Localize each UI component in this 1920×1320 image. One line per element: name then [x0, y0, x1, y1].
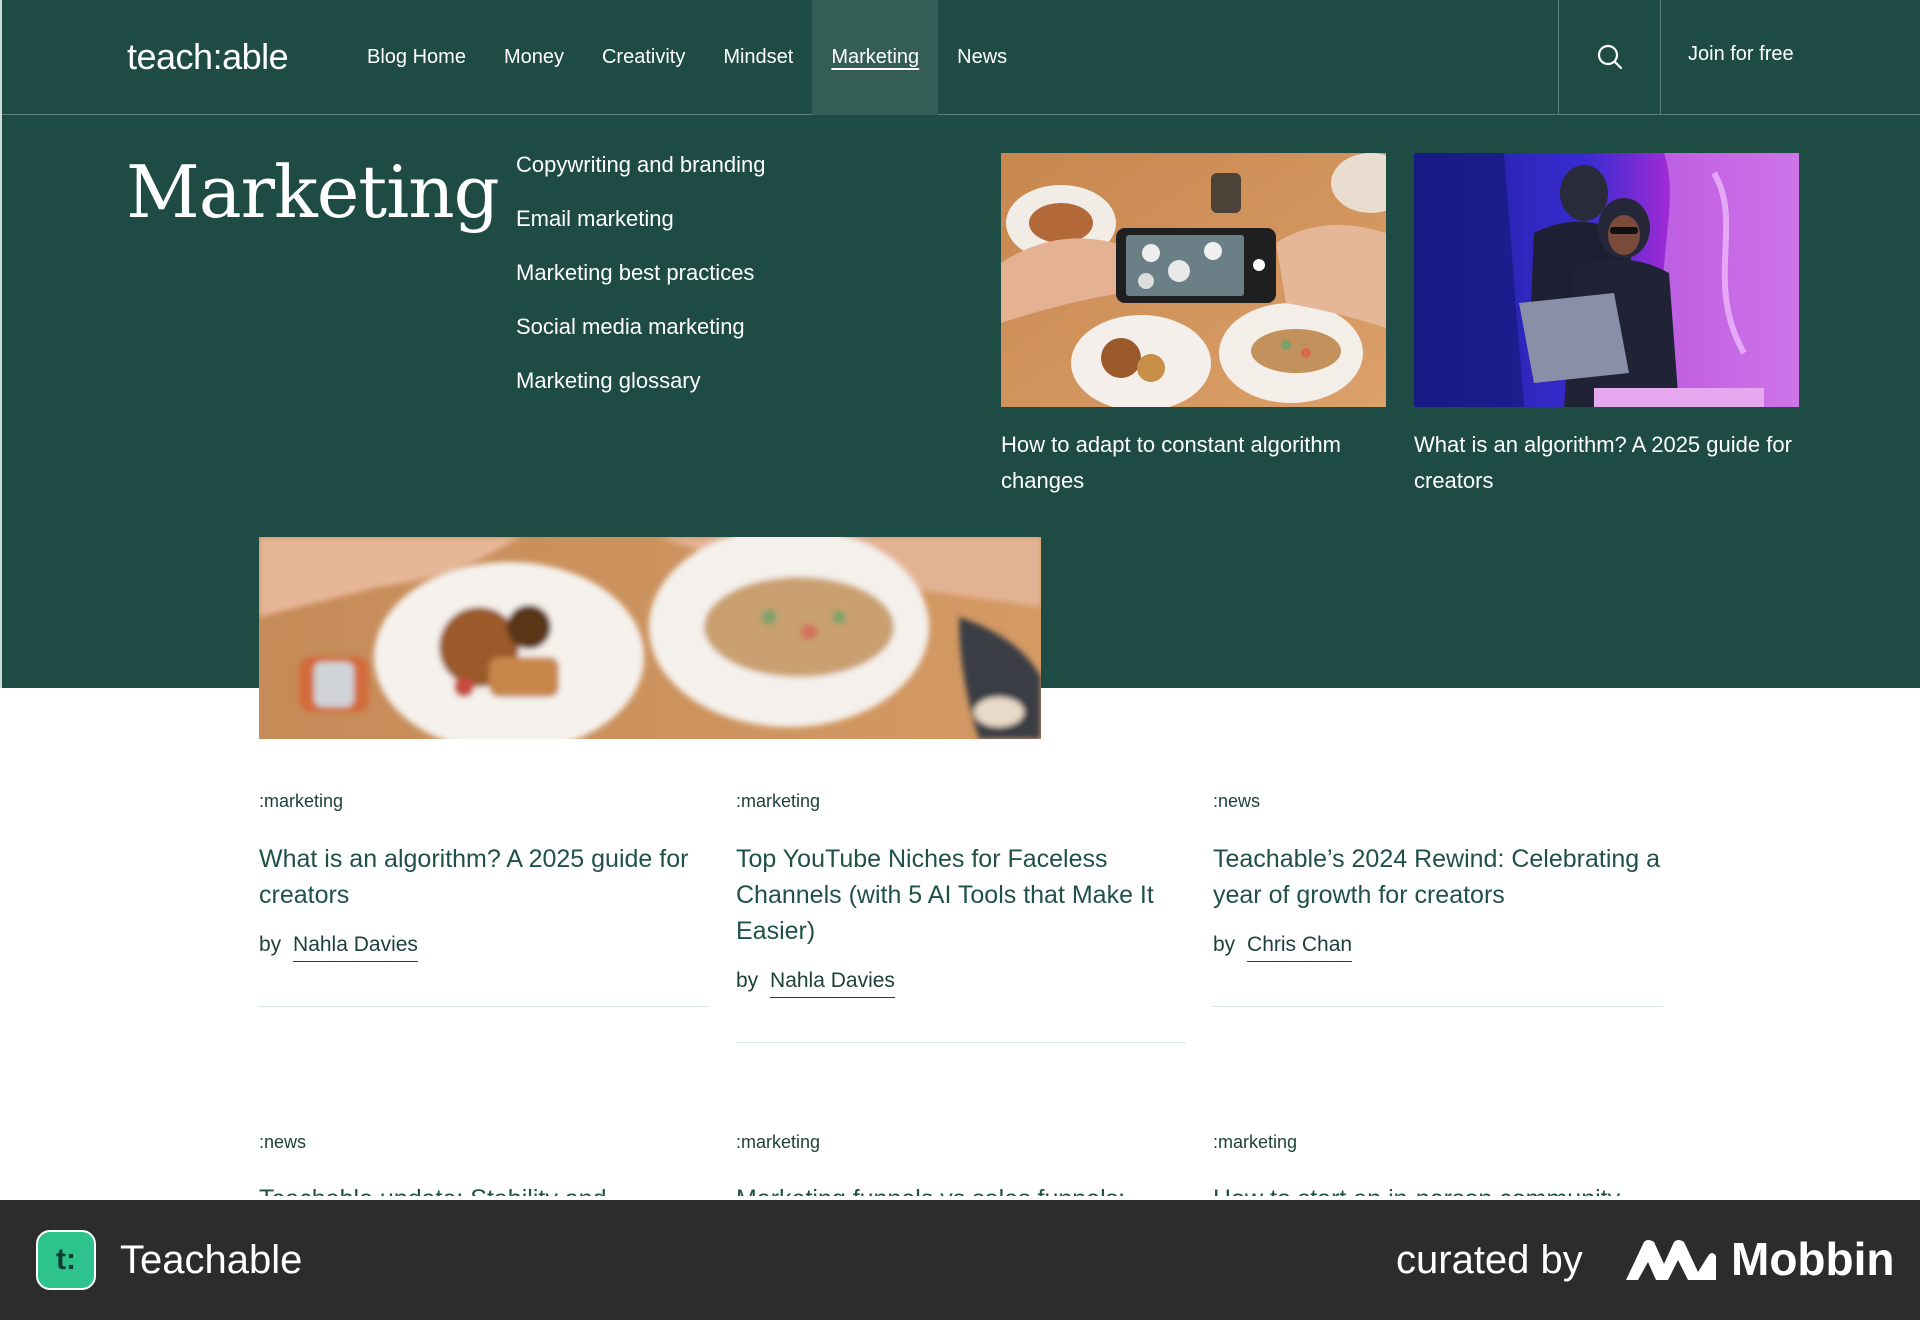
article-title-text: Teachable update: Stability and	[259, 1185, 606, 1196]
article-card[interactable]: :news Teachable update: Stability and	[259, 1132, 709, 1196]
attribution-footer: t: Teachable curated by Mobbin	[0, 1200, 1920, 1320]
nav-money[interactable]: Money	[485, 0, 583, 115]
article-title[interactable]: How to start an in-person community	[1213, 1182, 1663, 1196]
main-nav: Blog Home Money Creativity Mindset Marke…	[348, 0, 1026, 115]
search-icon	[1597, 44, 1622, 70]
submenu-glossary[interactable]: Marketing glossary	[516, 368, 766, 422]
article-title[interactable]: Top YouTube Niches for Faceless Channels…	[736, 841, 1186, 949]
article-card[interactable]: :marketing Top YouTube Niches for Facele…	[736, 791, 1186, 1043]
article-title[interactable]: Teachable’s 2024 Rewind: Celebrating a y…	[1213, 841, 1663, 913]
mobbin-logo-icon	[1626, 1240, 1716, 1280]
featured-card[interactable]: What is an algorithm? A 2025 guide for c…	[1414, 153, 1799, 499]
card-divider	[1213, 1006, 1663, 1007]
article-tag[interactable]: :marketing	[736, 791, 1186, 812]
featured-caption[interactable]: How to adapt to constant algorithm chang…	[1001, 427, 1386, 499]
nav-marketing[interactable]: Marketing	[812, 0, 939, 115]
phone-photographing-food-image[interactable]	[1001, 153, 1386, 407]
mobbin-wordmark: Mobbin	[1731, 1233, 1895, 1285]
teachable-logo[interactable]: teach:able	[127, 36, 289, 78]
app-name: Teachable	[120, 1238, 303, 1282]
article-tag[interactable]: :marketing	[736, 1132, 1186, 1153]
article-byline: by Nahla Davies	[259, 933, 709, 962]
article-byline: by Chris Chan	[1213, 933, 1663, 962]
article-tag[interactable]: :news	[1213, 791, 1663, 812]
teachable-app-icon: t:	[36, 1230, 96, 1290]
card-divider	[736, 1042, 1186, 1043]
article-tag[interactable]: :marketing	[259, 791, 709, 812]
article-card[interactable]: :marketing What is an algorithm? A 2025 …	[259, 791, 709, 1007]
article-tag[interactable]: :marketing	[1213, 1132, 1663, 1153]
nav-news[interactable]: News	[938, 0, 1026, 115]
article-card[interactable]: :marketing How to start an in-person com…	[1213, 1132, 1663, 1196]
submenu-email-marketing[interactable]: Email marketing	[516, 206, 766, 260]
curated-by-label: curated by	[1396, 1238, 1583, 1282]
author-link[interactable]: Nahla Davies	[770, 969, 895, 998]
nav-blog-home[interactable]: Blog Home	[348, 0, 485, 115]
search-button[interactable]	[1558, 0, 1661, 114]
card-divider	[259, 1006, 709, 1007]
article-tag[interactable]: :news	[259, 1132, 709, 1153]
featured-card[interactable]: How to adapt to constant algorithm chang…	[1001, 153, 1386, 499]
submenu-social-media[interactable]: Social media marketing	[516, 314, 766, 368]
submenu-copywriting[interactable]: Copywriting and branding	[516, 152, 766, 206]
author-link[interactable]: Nahla Davies	[293, 933, 418, 962]
submenu-best-practices[interactable]: Marketing best practices	[516, 260, 766, 314]
byline-prefix: by	[259, 933, 282, 956]
top-navigation-bar: teach:able Blog Home Money Creativity Mi…	[2, 0, 1920, 115]
join-for-free-link[interactable]: Join for free	[1688, 43, 1794, 66]
hero-article-image[interactable]	[259, 537, 1041, 739]
article-title-text: How to start an in-person community	[1213, 1185, 1620, 1196]
nav-mindset[interactable]: Mindset	[704, 0, 812, 115]
article-title[interactable]: What is an algorithm? A 2025 guide for c…	[259, 841, 709, 913]
article-card[interactable]: :marketing Marketing funnels vs sales fu…	[736, 1132, 1186, 1196]
article-title[interactable]: Teachable update: Stability and	[259, 1182, 709, 1196]
byline-prefix: by	[736, 969, 759, 992]
byline-prefix: by	[1213, 933, 1236, 956]
neon-creators-laptop-image[interactable]	[1414, 153, 1799, 407]
featured-caption[interactable]: What is an algorithm? A 2025 guide for c…	[1414, 427, 1799, 499]
article-title-text: Marketing funnels vs sales funnels:	[736, 1185, 1125, 1196]
nav-creativity[interactable]: Creativity	[583, 0, 704, 115]
article-title[interactable]: Marketing funnels vs sales funnels:	[736, 1182, 1186, 1196]
mega-menu-title: Marketing	[126, 150, 500, 234]
article-card[interactable]: :news Teachable’s 2024 Rewind: Celebrati…	[1213, 791, 1663, 1007]
article-byline: by Nahla Davies	[736, 969, 1186, 998]
author-link[interactable]: Chris Chan	[1247, 933, 1353, 962]
marketing-submenu: Copywriting and branding Email marketing…	[516, 152, 766, 422]
